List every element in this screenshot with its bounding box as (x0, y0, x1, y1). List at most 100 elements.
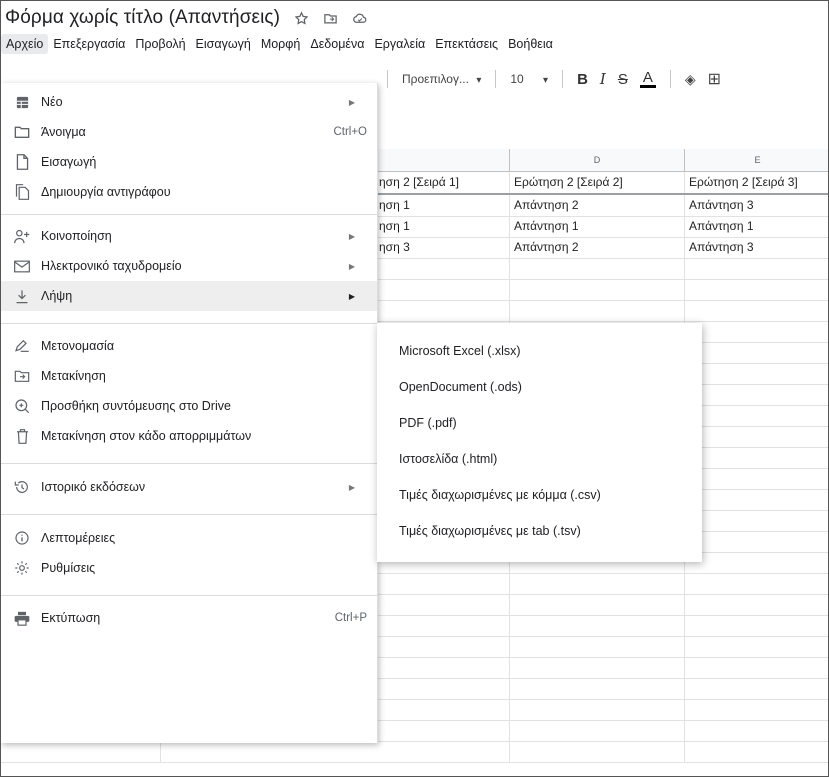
menu-item-trash[interactable]: Μετακίνηση στον κάδο απορριμμάτων (1, 421, 377, 451)
menu-item-label: Νέο (41, 95, 63, 109)
bold-button[interactable]: B (571, 71, 594, 88)
menu-item-label: Λήψη (41, 289, 73, 303)
copy-icon (13, 183, 31, 201)
menu-divider (1, 463, 377, 464)
menu-item-add-shortcut[interactable]: Προσθήκη συντόμευσης στο Drive (1, 391, 377, 421)
table-cell[interactable]: Απάντηση 3 (685, 195, 828, 216)
table-cell[interactable]: Απάντηση 3 (685, 237, 828, 258)
table-cell[interactable] (510, 699, 685, 720)
menu-item-download[interactable]: Λήψη ▶ (1, 281, 377, 311)
menu-item-label: Μετονομασία (41, 339, 115, 353)
borders-icon[interactable]: ⊞ (702, 69, 727, 89)
download-ods-option[interactable]: OpenDocument (.ods) (377, 371, 702, 403)
menu-divider (1, 323, 377, 324)
menu-extensions[interactable]: Επεκτάσεις (430, 34, 503, 54)
file-icon (13, 153, 31, 171)
table-cell[interactable] (510, 594, 685, 615)
text-color-button[interactable]: A (639, 70, 656, 88)
table-cell[interactable]: Απάντηση 1 (685, 216, 828, 237)
table-cell[interactable] (510, 258, 685, 279)
column-header-d[interactable]: D (510, 149, 685, 171)
table-cell[interactable]: Ερώτηση 2 [Σειρά 2] (510, 172, 685, 193)
table-cell[interactable]: Απάντηση 2 (510, 195, 685, 216)
menu-insert[interactable]: Εισαγωγή (191, 34, 256, 54)
submenu-arrow-icon: ▶ (348, 291, 355, 301)
table-cell[interactable]: Απάντηση 2 (510, 237, 685, 258)
table-cell[interactable] (510, 615, 685, 636)
download-xlsx-option[interactable]: Microsoft Excel (.xlsx) (377, 335, 702, 367)
menu-item-label: Ιστορικό εκδόσεων (41, 480, 146, 494)
table-cell[interactable] (510, 678, 685, 699)
fill-color-icon[interactable]: ◈ (679, 71, 702, 88)
font-size-select[interactable]: 10 ▾ (504, 72, 554, 86)
history-icon (13, 478, 31, 496)
app-window: Φόρμα χωρίς τίτλο (Απαντήσεις) Αρχείο Επ… (0, 0, 829, 777)
download-pdf-option[interactable]: PDF (.pdf) (377, 407, 702, 439)
submenu-arrow-icon: ▶ (348, 261, 355, 271)
menu-item-details[interactable]: Λεπτομέρειες (1, 523, 377, 553)
menu-item-email[interactable]: Ηλεκτρονικό ταχυδρομείο ▶ (1, 251, 377, 281)
table-row (1, 741, 828, 763)
submenu-arrow-icon: ▶ (348, 97, 355, 107)
menu-format[interactable]: Μορφή (256, 34, 306, 54)
table-cell[interactable] (510, 300, 685, 321)
menu-bar: Αρχείο Επεξεργασία Προβολή Εισαγωγή Μορφ… (1, 33, 558, 55)
table-cell[interactable] (510, 636, 685, 657)
download-html-option[interactable]: Ιστοσελίδα (.html) (377, 443, 702, 475)
download-icon (13, 287, 31, 305)
gear-icon (13, 559, 31, 577)
menu-item-share[interactable]: Κοινοποίηση ▶ (1, 221, 377, 251)
pencil-icon (13, 337, 31, 355)
table-cell[interactable] (510, 573, 685, 594)
toolbar-divider (562, 70, 564, 88)
menu-item-label: Δημιουργία αντιγράφου (41, 185, 171, 199)
menu-item-label: Μετακίνηση στον κάδο απορριμμάτων (41, 429, 252, 443)
menu-item-new[interactable]: Νέο ▶ (1, 87, 377, 117)
menu-divider (1, 514, 377, 515)
person-add-icon (13, 227, 31, 245)
table-cell[interactable] (510, 279, 685, 300)
download-csv-option[interactable]: Τιμές διαχωρισμένες με κόμμα (.csv) (377, 479, 702, 511)
download-tsv-option[interactable]: Τιμές διαχωρισμένες με tab (.tsv) (377, 515, 702, 547)
menu-item-settings[interactable]: Ρυθμίσεις (1, 553, 377, 583)
font-family-select[interactable]: Προεπιλογ... ▾ (396, 72, 487, 86)
file-menu: Νέο ▶ Άνοιγμα Ctrl+O Εισαγωγή Δημιουργία… (1, 83, 378, 743)
table-cell[interactable]: Ερώτηση 2 [Σειρά 3] (685, 172, 828, 193)
font-size-value: 10 (510, 72, 524, 86)
menu-tools[interactable]: Εργαλεία (369, 34, 430, 54)
shortcut-label: Ctrl+P (334, 612, 367, 624)
table-cell[interactable] (161, 741, 510, 762)
trash-icon (13, 427, 31, 445)
menu-item-open[interactable]: Άνοιγμα Ctrl+O (1, 117, 377, 147)
menu-divider (1, 214, 377, 215)
table-cell[interactable] (510, 741, 685, 762)
table-cell[interactable]: Απάντηση 1 (510, 216, 685, 237)
menu-item-version-history[interactable]: Ιστορικό εκδόσεων ▶ (1, 472, 377, 502)
move-folder-icon[interactable] (323, 11, 338, 26)
table-cell[interactable] (510, 720, 685, 741)
table-cell[interactable] (510, 657, 685, 678)
menu-edit[interactable]: Επεξεργασία (48, 34, 130, 54)
menu-item-move[interactable]: Μετακίνηση (1, 361, 377, 391)
column-header-e[interactable]: E (685, 149, 828, 171)
menu-view[interactable]: Προβολή (130, 34, 190, 54)
menu-item-import[interactable]: Εισαγωγή (1, 147, 377, 177)
star-icon[interactable] (294, 10, 309, 26)
menu-item-label: Ηλεκτρονικό ταχυδρομείο (41, 259, 182, 273)
menu-item-rename[interactable]: Μετονομασία (1, 331, 377, 361)
folder-icon (13, 123, 31, 141)
italic-button[interactable]: I (594, 70, 612, 88)
menu-item-print[interactable]: Εκτύπωση Ctrl+P (1, 603, 377, 633)
document-title[interactable]: Φόρμα χωρίς τίτλο (Απαντήσεις) (5, 7, 280, 29)
printer-icon (13, 609, 31, 627)
menu-item-label: Μετακίνηση (41, 369, 106, 383)
menu-item-make-copy[interactable]: Δημιουργία αντιγράφου (1, 177, 377, 207)
menu-data[interactable]: Δεδομένα (305, 34, 369, 54)
strikethrough-button[interactable]: S (612, 71, 634, 88)
menu-item-label: Εκτύπωση (41, 611, 101, 625)
cloud-status-icon[interactable] (352, 11, 368, 26)
menu-help[interactable]: Βοήθεια (503, 34, 558, 54)
menu-file[interactable]: Αρχείο (1, 34, 49, 54)
title-row: Φόρμα χωρίς τίτλο (Απαντήσεις) (5, 5, 368, 31)
table-cell[interactable] (1, 741, 161, 762)
